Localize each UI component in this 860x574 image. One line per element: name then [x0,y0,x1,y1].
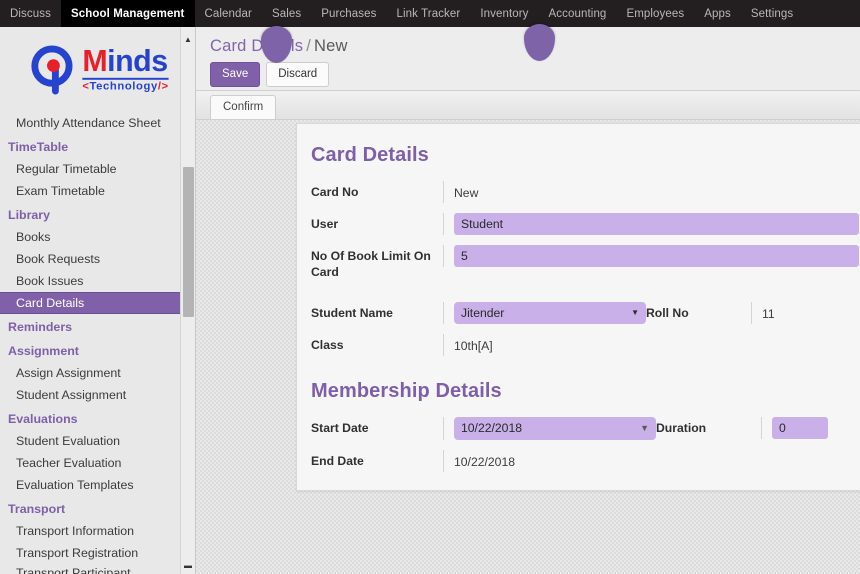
nav-item-calendar[interactable]: Calendar [195,0,262,27]
nav-item-inventory[interactable]: Inventory [470,0,538,27]
nav-item-employees[interactable]: Employees [616,0,694,27]
nav-item-settings[interactable]: Settings [741,0,803,27]
form-sheet: Card Details Card No New User Student No… [296,123,860,491]
status-action-bar: Confirm [196,91,860,120]
label-duration: Duration [656,421,707,435]
chevron-down-icon: ▼ [631,307,639,317]
label-class: Class [311,338,344,352]
nav-item-apps[interactable]: Apps [694,0,741,27]
sidebar-item-card-details[interactable]: Card Details [0,292,195,314]
sidebar-menu: Monthly Attendance Sheet TimeTable Regular… [0,110,195,574]
label-user: User [311,217,339,231]
sidebar: Minds <Technology/> Monthly Attendance S… [0,27,196,574]
value-cell-student-name: Jitender ▼ [443,302,646,324]
sidebar-item-book-issues[interactable]: Book Issues [0,270,195,292]
breadcrumb-root[interactable]: Card Details [210,37,303,55]
sidebar-group-evaluations: Evaluations [8,412,78,426]
scroll-down-arrow-icon[interactable]: ▬ [181,558,195,572]
label-student-name: Student Name [311,306,393,320]
value-end-date: 10/22/2018 [454,455,515,469]
label-start-date: Start Date [311,421,369,435]
value-cell-book-limit: 5 [443,245,860,267]
main-content: Card Details / New Save Discard Confirm Ca… [196,27,860,574]
confirm-button[interactable]: Confirm [210,95,277,119]
breadcrumb-separator: / [306,37,311,55]
value-cell-user: Student [443,213,860,235]
control-panel: Card Details / New Save Discard [196,27,860,91]
logo-wordmark: Minds [82,42,169,77]
label-roll-no: Roll No [646,306,689,320]
value-card-no: New [454,186,479,200]
sidebar-item-exam-timetable[interactable]: Exam Timetable [0,180,195,202]
sidebar-item-assign-assignment[interactable]: Assign Assignment [0,362,195,384]
duration-input[interactable]: 0 [772,417,828,439]
sidebar-item-teacher-evaluation[interactable]: Teacher Evaluation [0,452,195,474]
user-input[interactable]: Student [454,213,859,235]
membership-field-grid: Start Date 10/22/2018 ▼ Duration 0 End D… [311,417,860,472]
nav-item-link-tracker[interactable]: Link Tracker [386,0,470,27]
logo-tagline: <Technology/> [82,76,170,92]
qminds-q-icon [30,41,81,96]
logo-tagline-right: /> [158,79,170,92]
nav-item-discuss[interactable]: Discuss [0,0,61,27]
student-name-value: Jitender [461,305,505,320]
student-field-grid: Student Name Jitender ▼ Roll No 11 Class… [311,302,860,356]
label-card-no: Card No [311,185,359,199]
value-cell-class: 10th[A] [443,334,646,356]
card-details-field-grid: Card No New User Student No Of Book Limi… [311,181,860,280]
control-panel-buttons: Save Discard [196,56,860,87]
app-logo[interactable]: Minds <Technology/> [0,27,195,110]
sidebar-group-reminders: Reminders [8,320,73,334]
nav-item-school-management[interactable]: School Management [60,0,195,27]
save-button[interactable]: Save [210,62,261,87]
sidebar-item-evaluation-templates[interactable]: Evaluation Templates [0,474,195,496]
start-date-input[interactable]: 10/22/2018 ▼ [454,417,656,440]
sidebar-item-transport-registration[interactable]: Transport Registration [0,542,195,564]
sidebar-item-student-assignment[interactable]: Student Assignment [0,384,195,406]
label-book-limit: No Of Book Limit On Card [311,249,431,279]
label-end-date: End Date [311,454,364,468]
value-cell-card-no: New [443,181,627,203]
logo-word-m: M [82,42,108,77]
top-navigation-bar: Discuss School Management Calendar Sales Pur… [0,0,860,27]
sidebar-group-library: Library [8,208,51,222]
sidebar-item-book-requests[interactable]: Book Requests [0,248,195,270]
section-title-membership-details: Membership Details [311,380,502,402]
sidebar-item-transport-information[interactable]: Transport Information [0,520,195,542]
value-cell-end-date: 10/22/2018 [443,450,656,472]
start-date-value: 10/22/2018 [461,421,522,435]
sidebar-scrollbar[interactable]: ▲ ▬ [180,27,195,574]
sidebar-item-books[interactable]: Books [0,226,195,248]
section-title-card-details: Card Details [311,144,429,166]
logo-tagline-text: Technology [89,79,159,92]
book-limit-input[interactable]: 5 [454,245,859,267]
sidebar-group-assignment: Assignment [8,344,79,358]
breadcrumb-current: New [313,37,348,55]
sidebar-group-timetable: TimeTable [8,140,69,154]
value-cell-start-date: 10/22/2018 ▼ [443,417,656,440]
sidebar-group-transport: Transport [8,502,66,516]
value-cell-duration: 0 [761,417,860,439]
value-class: 10th[A] [454,339,493,353]
scrollbar-thumb[interactable] [183,167,194,317]
sidebar-item-transport-participant[interactable]: Transport Participant [0,564,195,574]
sidebar-item-regular-timetable[interactable]: Regular Timetable [0,158,195,180]
calendar-chevron-icon: ▼ [640,423,649,433]
sidebar-item-student-evaluation[interactable]: Student Evaluation [0,430,195,452]
logo-word-inds: inds [107,42,169,77]
student-name-select[interactable]: Jitender ▼ [454,302,646,324]
nav-item-sales[interactable]: Sales [262,0,311,27]
nav-item-accounting[interactable]: Accounting [539,0,617,27]
discard-button[interactable]: Discard [266,62,330,87]
scroll-up-arrow-icon[interactable]: ▲ [181,32,195,46]
value-cell-roll-no: 11 [751,302,860,324]
sheet-background: Card Details Card No New User Student No… [196,120,860,574]
nav-item-purchases[interactable]: Purchases [311,0,386,27]
sidebar-item-monthly-attendance-sheet[interactable]: Monthly Attendance Sheet [0,112,195,134]
value-roll-no: 11 [762,307,775,321]
breadcrumb: Card Details / New [196,27,860,56]
